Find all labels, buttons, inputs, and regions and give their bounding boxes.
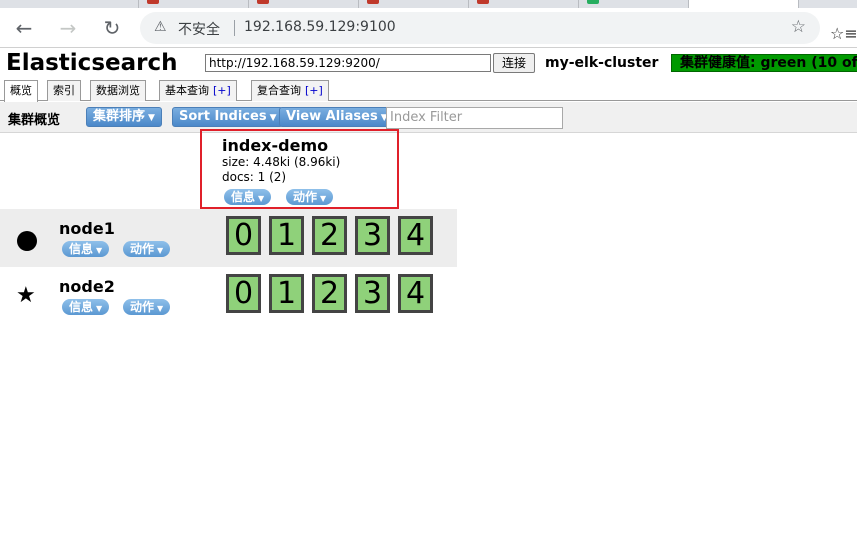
star-icon: ★	[16, 283, 36, 308]
tab-basic-query[interactable]: 基本查询 [+]	[159, 80, 237, 101]
circle-icon	[17, 231, 37, 251]
tab-overview[interactable]: 概览	[4, 80, 38, 102]
overview-toolbar: 集群概览 集群排序 ▼ Sort Indices ▼ View Aliases ▼ I…	[0, 102, 857, 133]
tab-indices[interactable]: 索引	[47, 80, 81, 101]
node-name: node2	[59, 277, 115, 296]
address-divider	[234, 20, 235, 36]
chevron-down-icon: ▼	[148, 113, 155, 123]
shard-box[interactable]: 3	[355, 216, 390, 255]
node-action-button[interactable]: 动作 ▼	[123, 241, 171, 257]
cluster-name: my-elk-cluster	[545, 55, 659, 71]
chevron-down-icon: ▼	[96, 246, 103, 255]
index-docs: docs: 1 (2)	[222, 170, 287, 184]
browser-tab[interactable]	[359, 0, 469, 8]
shard-box[interactable]: 0	[226, 274, 261, 313]
tab-favicon-icon	[477, 0, 489, 4]
chevron-down-icon: ▼	[157, 246, 164, 255]
shard-box[interactable]: 1	[269, 274, 304, 313]
tab-favicon-icon	[257, 0, 269, 4]
tab-add-icon[interactable]: [+]	[213, 84, 231, 97]
index-name: index-demo	[222, 136, 329, 155]
view-aliases-button[interactable]: View Aliases ▼	[279, 107, 395, 127]
shard-box[interactable]: 0	[226, 216, 261, 255]
index-filter-input[interactable]: Index Filter	[386, 107, 563, 129]
connect-url-input[interactable]: http://192.168.59.129:9200/	[205, 54, 491, 72]
bookmark-star-icon[interactable]: ☆	[791, 17, 806, 37]
overview-label: 集群概览	[8, 113, 61, 128]
security-label[interactable]: 不安全	[178, 19, 220, 39]
browser-tab[interactable]	[469, 0, 579, 8]
favorites-list-icon[interactable]: ☆≡	[830, 24, 857, 43]
shard-box[interactable]: 1	[269, 216, 304, 255]
connect-button[interactable]: 连接	[493, 53, 535, 73]
browser-tab-active[interactable]	[689, 0, 799, 8]
tab-compound-query[interactable]: 复合查询 [+]	[251, 80, 329, 101]
tab-add-icon[interactable]: [+]	[305, 84, 323, 97]
node-action-button[interactable]: 动作 ▼	[123, 299, 171, 315]
chevron-down-icon: ▼	[157, 304, 164, 313]
tab-data-browse[interactable]: 数据浏览	[90, 80, 146, 101]
back-arrow-icon[interactable]: ←	[12, 16, 36, 40]
node-info-button[interactable]: 信息 ▼	[62, 299, 110, 315]
cluster-health-badge: 集群健康值: green (10 of 10)	[671, 54, 857, 72]
sort-cluster-button[interactable]: 集群排序 ▼	[86, 107, 162, 127]
tab-favicon-icon	[587, 0, 599, 4]
shard-box[interactable]: 3	[355, 274, 390, 313]
browser-toolbar: ← → ↻ ⚠ 不安全 192.168.59.129:9100 ☆ ☆≡	[0, 8, 857, 48]
forward-arrow-icon[interactable]: →	[56, 16, 80, 40]
address-bar[interactable]: ⚠ 不安全 192.168.59.129:9100 ☆	[140, 12, 820, 44]
main-tabs: 概览 索引 数据浏览 基本查询 [+] 复合查询 [+]	[0, 79, 857, 102]
address-url[interactable]: 192.168.59.129:9100	[244, 19, 396, 35]
warning-icon[interactable]: ⚠	[154, 19, 167, 35]
index-info-button[interactable]: 信息 ▼	[224, 189, 272, 205]
browser-tab[interactable]	[139, 0, 249, 8]
browser-tab[interactable]	[579, 0, 689, 8]
shard-box[interactable]: 4	[398, 274, 433, 313]
index-action-button[interactable]: 动作 ▼	[286, 189, 334, 205]
browser-tab-strip	[0, 0, 857, 8]
node-name: node1	[59, 219, 115, 238]
chevron-down-icon: ▼	[96, 304, 103, 313]
app-title: Elasticsearch	[6, 50, 178, 76]
chevron-down-icon: ▼	[258, 194, 265, 203]
tab-favicon-icon	[367, 0, 379, 4]
chevron-down-icon: ▼	[269, 113, 277, 123]
shard-box[interactable]: 2	[312, 274, 347, 313]
shard-box[interactable]: 4	[398, 216, 433, 255]
chevron-down-icon: ▼	[320, 194, 327, 203]
reload-icon[interactable]: ↻	[100, 16, 124, 40]
browser-tab[interactable]	[0, 0, 139, 8]
tab-favicon-icon	[147, 0, 159, 4]
sort-indices-button[interactable]: Sort Indices ▼	[172, 107, 284, 127]
shard-box[interactable]: 2	[312, 216, 347, 255]
browser-tab[interactable]	[249, 0, 359, 8]
index-size: size: 4.48ki (8.96ki)	[222, 155, 341, 169]
node-info-button[interactable]: 信息 ▼	[62, 241, 110, 257]
